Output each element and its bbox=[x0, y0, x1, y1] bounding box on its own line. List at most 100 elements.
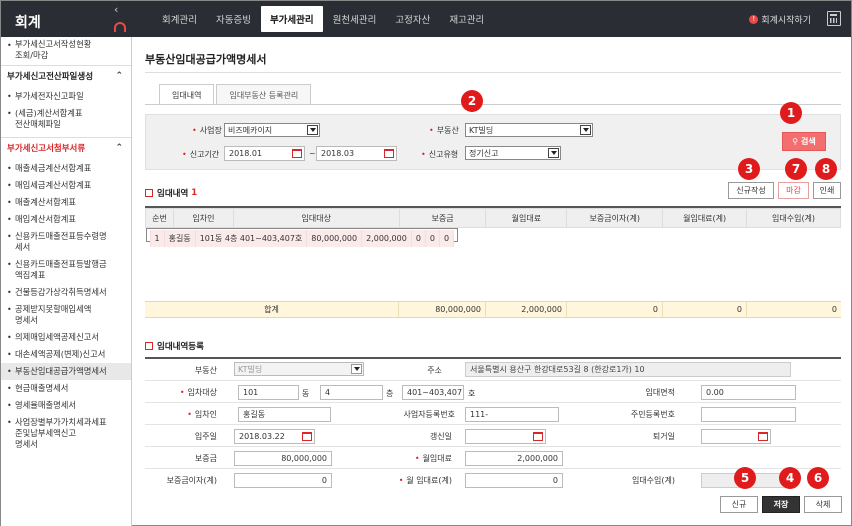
calendar-icon[interactable] bbox=[533, 432, 543, 441]
form-deposit-input[interactable]: 80,000,000 bbox=[234, 451, 332, 466]
form-interest-label: 보증금이자(계) bbox=[166, 476, 217, 485]
tab-rental-history[interactable]: 임대내역 bbox=[159, 84, 215, 105]
sidebar-item-report-status[interactable]: 부가세신고서작성현황 조회/마감 bbox=[1, 37, 131, 65]
nav-tab-accounting[interactable]: 회계관리 bbox=[153, 6, 206, 32]
cell-deposit: 80,000,000 bbox=[306, 230, 363, 247]
form-bizno-input[interactable]: 111- bbox=[465, 407, 559, 422]
property-select[interactable]: KT빌딩 bbox=[465, 123, 593, 137]
form-property-value: KT빌딩 bbox=[238, 365, 263, 374]
table-sum-row: 합계 80,000,000 2,000,000 0 0 0 bbox=[145, 301, 841, 318]
rental-list-section-title: 임대내역 1 bbox=[145, 187, 197, 199]
form-resno-input[interactable] bbox=[701, 407, 796, 422]
nav-tab-auto-evidence[interactable]: 자동증빙 bbox=[207, 6, 260, 32]
cell-deposit-interest: 0 bbox=[410, 230, 426, 247]
calendar-icon[interactable] bbox=[292, 149, 302, 158]
sidebar-item[interactable]: 부가세전자신고파일 bbox=[1, 88, 131, 105]
calendar-icon[interactable] bbox=[302, 432, 312, 441]
sidebar-item[interactable]: 매입세금계산서합계표 bbox=[1, 177, 131, 194]
form-renew-input[interactable] bbox=[465, 429, 546, 444]
annotation-badge-3: 3 bbox=[738, 158, 760, 180]
col-header-deposit[interactable]: 보증금 bbox=[398, 208, 487, 228]
sidebar-group-efile[interactable]: 부가세신고전산파일생성 ⌃ bbox=[1, 65, 131, 88]
period-from-value: 2018.01 bbox=[229, 149, 263, 158]
form-rent-total-input[interactable]: 0 bbox=[465, 473, 563, 488]
sidebar-item[interactable]: 신용카드매출전표등수령명 세서 bbox=[1, 228, 131, 256]
page-title: 부동산임대공급가액명세서 bbox=[145, 53, 267, 66]
annotation-badge-6: 6 bbox=[807, 467, 829, 489]
support-headset-icon[interactable] bbox=[114, 22, 126, 32]
search-button[interactable]: ⚲ 검색 bbox=[782, 132, 826, 151]
sidebar-item[interactable]: 의제매입세액공제신고서 bbox=[1, 329, 131, 346]
divider bbox=[145, 104, 841, 105]
col-header-income[interactable]: 임대수입(계) bbox=[746, 208, 841, 228]
col-header-tenant[interactable]: 임차인 bbox=[172, 208, 234, 228]
nav-tab-inventory[interactable]: 재고관리 bbox=[440, 6, 493, 32]
col-header-rent-total[interactable]: 월임대료(계) bbox=[662, 208, 748, 228]
form-area-input[interactable]: 0.00 bbox=[701, 385, 796, 400]
sidebar-item-real-estate-rental[interactable]: 부동산임대공급가액명세서 bbox=[1, 363, 131, 380]
print-button[interactable]: 인쇄 bbox=[813, 182, 841, 199]
form-dong-input[interactable]: 101 bbox=[238, 385, 299, 400]
new-write-button[interactable]: 신규작성 bbox=[728, 182, 774, 199]
period-from-input[interactable]: 2018.01 bbox=[224, 146, 305, 161]
form-address-field: 서울특별시 용산구 한강대로53길 8 (한강로1가) 10 bbox=[465, 362, 791, 377]
sidebar-item[interactable]: 공제받지못할매입세액 명세서 bbox=[1, 301, 131, 329]
form-rent-input[interactable]: 2,000,000 bbox=[465, 451, 563, 466]
sidebar-item[interactable]: 대손세액공제(변제)신고서 bbox=[1, 346, 131, 363]
form-bizno-label: 사업자등록번호 bbox=[403, 410, 455, 419]
chevron-up-icon: ⌃ bbox=[115, 143, 123, 153]
form-tenant-input[interactable]: 홍길동 bbox=[238, 407, 331, 422]
form-moveout-input[interactable] bbox=[701, 429, 771, 444]
form-area-label: 임대면적 bbox=[645, 388, 675, 397]
sidebar-item[interactable]: 신용카드매출전표등발행금 액집계표 bbox=[1, 256, 131, 284]
tab-property-management[interactable]: 임대부동산 등록관리 bbox=[216, 84, 312, 105]
sidebar-item[interactable]: 사업장별부가가치세과세표 준및납부세액신고 명세서 bbox=[1, 414, 131, 453]
nav-tab-fixed-assets[interactable]: 고정자산 bbox=[386, 6, 439, 32]
period-label: • 신고기간 bbox=[182, 150, 220, 159]
rental-form: 부동산 KT빌딩 주소 서울특별시 용산구 한강대로53길 8 (한강로1가) … bbox=[145, 357, 841, 488]
col-header-target[interactable]: 임대대상 bbox=[232, 208, 400, 228]
sidebar-item[interactable]: 매입계산서합계표 bbox=[1, 211, 131, 228]
period-to-input[interactable]: 2018.03 bbox=[316, 146, 397, 161]
business-label: • 사업장 bbox=[192, 126, 222, 135]
rental-form-section-title: 임대내역등록 bbox=[145, 340, 204, 352]
calendar-icon[interactable] bbox=[758, 432, 768, 441]
new-button[interactable]: 신규 bbox=[720, 496, 758, 513]
table-row[interactable]: 1 홍길동 101동 4층 401~403,407호 80,000,000 2,… bbox=[145, 228, 459, 247]
annotation-badge-2: 2 bbox=[461, 90, 483, 112]
form-rent-label: • 월임대료 bbox=[414, 454, 452, 463]
start-accounting-link[interactable]: ! 회계시작하기 bbox=[749, 13, 811, 26]
annotation-badge-4: 4 bbox=[779, 467, 801, 489]
sidebar-item[interactable]: 매출계산서합계표 bbox=[1, 194, 131, 211]
content-tabs: 임대내역 임대부동산 등록관리 bbox=[159, 84, 313, 105]
report-type-select[interactable]: 정기신고 bbox=[465, 146, 561, 160]
start-accounting-label: 회계시작하기 bbox=[761, 16, 811, 26]
delete-button[interactable]: 삭제 bbox=[804, 496, 842, 513]
business-select[interactable]: 비즈메카이지 bbox=[224, 123, 320, 137]
section-title-text: 임대내역 bbox=[157, 189, 189, 199]
form-movein-input[interactable]: 2018.03.22 bbox=[234, 429, 315, 444]
divider bbox=[145, 72, 841, 73]
business-select-value: 비즈메카이지 bbox=[228, 126, 273, 135]
sidebar-item[interactable]: 매출세금계산서합계표 bbox=[1, 160, 131, 177]
sidebar-item[interactable]: (세금)계산서합계표 전산매체파일 bbox=[1, 105, 131, 133]
form-property-select[interactable]: KT빌딩 bbox=[234, 362, 364, 376]
sidebar-group-attachments[interactable]: 부가세신고서첨부서류 ⌃ bbox=[1, 137, 131, 160]
form-interest-input[interactable]: 0 bbox=[234, 473, 332, 488]
save-button[interactable]: 저장 bbox=[762, 496, 800, 513]
sidebar-item[interactable]: 현금매출명세서 bbox=[1, 380, 131, 397]
form-floor-input[interactable]: 4 bbox=[320, 385, 383, 400]
collapse-sidebar-icon[interactable]: ‹ bbox=[114, 3, 118, 16]
calculator-icon[interactable] bbox=[827, 11, 841, 26]
col-header-deposit-interest[interactable]: 보증금이자(계) bbox=[566, 208, 664, 228]
sidebar-item[interactable]: 건물등감가상각취득명세서 bbox=[1, 284, 131, 301]
sum-rent: 2,000,000 bbox=[486, 302, 567, 317]
calendar-icon[interactable] bbox=[384, 149, 394, 158]
sidebar-item[interactable]: 영세율매출명세서 bbox=[1, 397, 131, 414]
nav-tab-vat[interactable]: 부가세관리 bbox=[260, 6, 323, 32]
close-button[interactable]: 마감 bbox=[778, 182, 809, 199]
nav-tab-withholding[interactable]: 원천세관리 bbox=[324, 6, 386, 32]
col-header-no[interactable]: 순번 bbox=[145, 208, 174, 228]
col-header-rent[interactable]: 월임대료 bbox=[485, 208, 568, 228]
form-ho-input[interactable]: 401~403,407 bbox=[402, 385, 464, 400]
